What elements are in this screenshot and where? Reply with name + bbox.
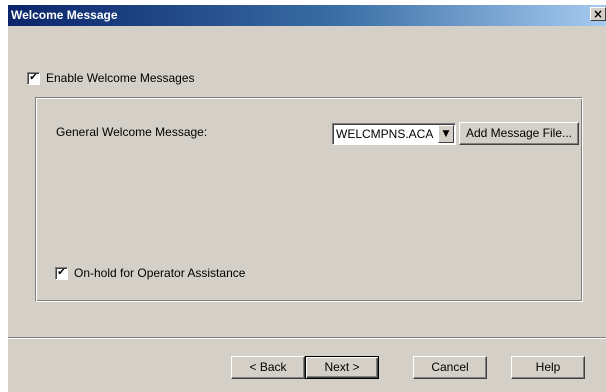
checkmark-icon: ✔: [29, 72, 38, 83]
welcome-message-dialog: Welcome Message × ✔ Enable Welcome Messa…: [8, 5, 606, 392]
general-welcome-label: General Welcome Message:: [56, 125, 208, 139]
welcome-file-dropdown[interactable]: WELCMPNS.ACA ▼: [332, 123, 456, 145]
enable-welcome-row[interactable]: ✔ Enable Welcome Messages: [27, 71, 195, 85]
add-message-file-button[interactable]: Add Message File...: [459, 122, 579, 145]
welcome-options-group: General Welcome Message: WELCMPNS.ACA ▼ …: [35, 97, 583, 302]
onhold-operator-row[interactable]: ✔ On-hold for Operator Assistance: [55, 266, 245, 280]
checkmark-icon: ✔: [57, 267, 66, 278]
cancel-button[interactable]: Cancel: [413, 356, 487, 379]
welcome-file-value: WELCMPNS.ACA: [336, 127, 434, 141]
onhold-operator-checkbox[interactable]: ✔: [55, 266, 68, 280]
window-title: Welcome Message: [11, 8, 118, 22]
help-button[interactable]: Help: [511, 356, 585, 379]
close-button[interactable]: ×: [590, 7, 606, 21]
enable-welcome-label: Enable Welcome Messages: [46, 71, 195, 85]
chevron-down-icon: ▼: [442, 129, 450, 139]
title-bar[interactable]: Welcome Message ×: [8, 5, 606, 26]
enable-welcome-checkbox[interactable]: ✔: [27, 71, 40, 85]
onhold-operator-label: On-hold for Operator Assistance: [74, 266, 246, 280]
back-button[interactable]: < Back: [231, 356, 305, 379]
dropdown-arrow-button[interactable]: ▼: [438, 125, 454, 143]
next-button[interactable]: Next >: [305, 356, 379, 379]
footer-separator: [8, 337, 606, 339]
close-icon: ×: [592, 7, 604, 21]
